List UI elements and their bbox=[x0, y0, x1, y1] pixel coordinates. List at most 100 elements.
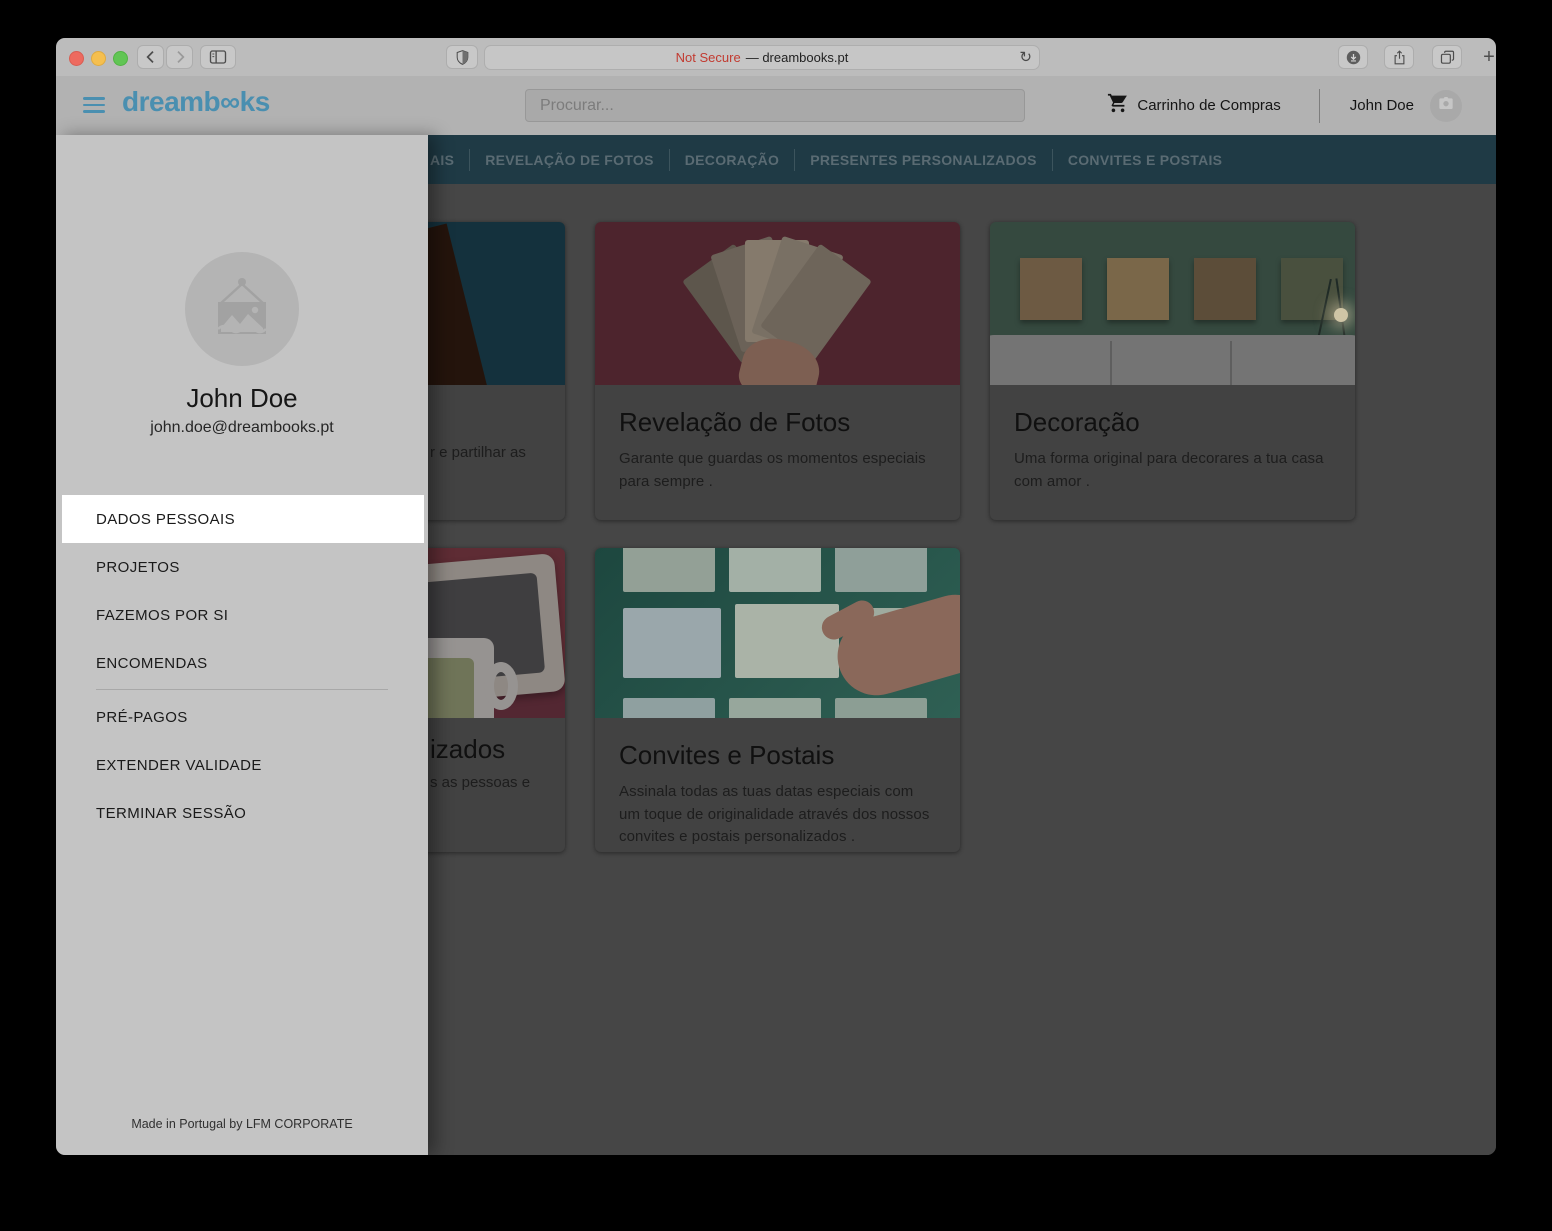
card-title-fragment: izados bbox=[430, 734, 505, 765]
card-decoracao[interactable]: Decoração Uma forma original para decora… bbox=[990, 222, 1355, 520]
downloads-button[interactable] bbox=[1338, 45, 1368, 69]
card-description: Assinala todas as tuas datas especiais c… bbox=[619, 781, 936, 849]
decorative-shape bbox=[1281, 258, 1343, 320]
card-image bbox=[595, 548, 960, 718]
header-divider bbox=[1319, 89, 1320, 123]
drawer-user-name: John Doe bbox=[56, 383, 428, 414]
card-title: Convites e Postais bbox=[619, 740, 936, 771]
shopping-cart-icon bbox=[1107, 92, 1137, 119]
tabs-icon bbox=[1439, 49, 1456, 66]
minimize-window-button[interactable] bbox=[91, 51, 106, 66]
shield-icon bbox=[455, 49, 470, 66]
show-all-tabs-button[interactable] bbox=[1432, 45, 1462, 69]
account-drawer: John Doe john.doe@dreambooks.pt DADOS PE… bbox=[56, 135, 428, 1155]
forward-button[interactable] bbox=[166, 45, 193, 69]
decorative-shape bbox=[422, 658, 474, 718]
decorative-shape bbox=[1110, 341, 1112, 385]
drawer-footer-text: Made in Portugal by LFM CORPORATE bbox=[56, 1117, 428, 1131]
decorative-shape bbox=[828, 585, 960, 704]
decorative-shape bbox=[623, 548, 715, 592]
url-text: — dreambooks.pt bbox=[746, 50, 849, 65]
close-window-button[interactable] bbox=[69, 51, 84, 66]
decorative-shape bbox=[1230, 341, 1232, 385]
header-user-name[interactable]: John Doe bbox=[1350, 97, 1414, 114]
menu-item-pre-pagos[interactable]: PRÉ-PAGOS bbox=[56, 693, 428, 741]
sidebar-toggle-button[interactable] bbox=[200, 45, 236, 69]
decorative-shape bbox=[1334, 308, 1348, 322]
decorative-shape bbox=[729, 698, 821, 718]
decorative-shape bbox=[83, 97, 105, 100]
decorative-shape bbox=[729, 548, 821, 592]
drawer-menu: DADOS PESSOAIS PROJETOS FAZEMOS POR SI E… bbox=[56, 495, 428, 837]
address-bar[interactable]: Not Secure — dreambooks.pt ↻ bbox=[484, 45, 1040, 70]
sidebar-icon bbox=[209, 49, 227, 65]
card-description: Uma forma original para decorares a tua … bbox=[1014, 448, 1331, 493]
card-description: Garante que guardas os momentos especiai… bbox=[619, 448, 936, 493]
new-tab-button[interactable]: + bbox=[1476, 45, 1496, 69]
browser-window: Not Secure — dreambooks.pt ↻ + dreamb∞ bbox=[56, 38, 1496, 1155]
menu-divider bbox=[96, 689, 388, 690]
share-icon bbox=[1392, 49, 1407, 66]
dreambooks-logo[interactable]: dreamb∞ks bbox=[122, 86, 270, 118]
nav-item-convites-e-postais[interactable]: CONVITES E POSTAIS bbox=[1053, 152, 1238, 168]
cart-button[interactable]: Carrinho de Compras bbox=[1107, 92, 1280, 119]
card-body: Revelação de Fotos Garante que guardas o… bbox=[595, 385, 960, 493]
hamburger-menu-icon[interactable] bbox=[83, 97, 105, 113]
infinity-icon: ∞ bbox=[220, 86, 239, 117]
logo-text: ks bbox=[240, 86, 270, 117]
privacy-report-button[interactable] bbox=[446, 45, 478, 69]
zoom-window-button[interactable] bbox=[113, 51, 128, 66]
card-image bbox=[595, 222, 960, 385]
nav-item-decoracao[interactable]: DECORAÇÃO bbox=[670, 152, 794, 168]
decorative-shape bbox=[1107, 258, 1169, 320]
card-description-fragment: s as pessoas e bbox=[430, 774, 530, 791]
menu-item-fazemos-por-si[interactable]: FAZEMOS POR SI bbox=[56, 591, 428, 639]
decorative-shape bbox=[735, 604, 839, 678]
decorative-shape bbox=[83, 104, 105, 107]
decorative-shape bbox=[1020, 258, 1082, 320]
back-button[interactable] bbox=[137, 45, 164, 69]
card-image bbox=[990, 222, 1355, 385]
nav-item-clipped[interactable]: AIS bbox=[430, 152, 469, 168]
camera-icon bbox=[1438, 96, 1454, 115]
search-input[interactable] bbox=[525, 89, 1025, 122]
menu-item-encomendas[interactable]: ENCOMENDAS bbox=[56, 639, 428, 687]
card-body: Decoração Uma forma original para decora… bbox=[990, 385, 1355, 493]
decorative-shape bbox=[484, 662, 518, 710]
card-convites-e-postais[interactable]: Convites e Postais Assinala todas as tua… bbox=[595, 548, 960, 852]
chevron-left-icon bbox=[143, 49, 159, 65]
decorative-shape bbox=[835, 548, 927, 592]
menu-item-extender-validade[interactable]: EXTENDER VALIDADE bbox=[56, 741, 428, 789]
card-title: Decoração bbox=[1014, 407, 1331, 438]
menu-item-projetos[interactable]: PROJETOS bbox=[56, 543, 428, 591]
reload-icon[interactable]: ↻ bbox=[1019, 48, 1032, 66]
menu-item-terminar-sessao[interactable]: TERMINAR SESSÃO bbox=[56, 789, 428, 837]
download-icon bbox=[1345, 49, 1362, 66]
cart-label: Carrinho de Compras bbox=[1137, 97, 1280, 114]
card-body: Convites e Postais Assinala todas as tua… bbox=[595, 718, 960, 849]
chevron-right-icon bbox=[172, 49, 188, 65]
screen-background: Not Secure — dreambooks.pt ↻ + dreamb∞ bbox=[0, 0, 1552, 1231]
user-avatar[interactable] bbox=[1430, 90, 1462, 122]
nav-item-presentes-personalizados[interactable]: PRESENTES PERSONALIZADOS bbox=[795, 152, 1052, 168]
drawer-avatar bbox=[185, 252, 299, 366]
drawer-user-email: john.doe@dreambooks.pt bbox=[56, 419, 428, 437]
site-header: dreamb∞ks Carrinho de Compras John Doe bbox=[56, 76, 1496, 135]
card-description-fragment: r e partilhar as bbox=[430, 444, 526, 461]
card-revelacao-de-fotos[interactable]: Revelação de Fotos Garante que guardas o… bbox=[595, 222, 960, 520]
nav-item-revelacao-de-fotos[interactable]: REVELAÇÃO DE FOTOS bbox=[470, 152, 669, 168]
share-button[interactable] bbox=[1384, 45, 1414, 69]
card-title: Revelação de Fotos bbox=[619, 407, 936, 438]
logo-text: dreamb bbox=[122, 86, 220, 117]
security-status: Not Secure bbox=[676, 50, 741, 65]
decorative-shape bbox=[83, 110, 105, 113]
decorative-shape bbox=[990, 335, 1355, 385]
decorative-shape bbox=[835, 698, 927, 718]
decorative-shape bbox=[1194, 258, 1256, 320]
decorative-shape bbox=[623, 698, 715, 718]
picture-placeholder-icon bbox=[208, 276, 276, 343]
header-right-cluster: Carrinho de Compras John Doe bbox=[1107, 76, 1462, 135]
browser-toolbar: Not Secure — dreambooks.pt ↻ + bbox=[56, 38, 1496, 77]
menu-item-dados-pessoais[interactable]: DADOS PESSOAIS bbox=[62, 495, 424, 543]
decorative-shape bbox=[623, 608, 721, 678]
